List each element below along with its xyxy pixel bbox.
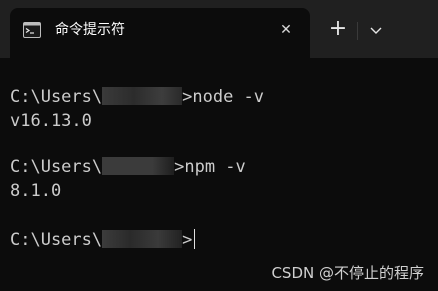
prompt-line-current: C:\Users\ > xyxy=(10,228,196,252)
tab-title: 命令提示符 xyxy=(55,22,125,38)
output-line-node-version: v16.13.0 xyxy=(10,111,92,131)
tab-close-icon[interactable]: ✕ xyxy=(276,20,296,40)
output-line-npm-version: 8.1.0 xyxy=(10,181,62,201)
prompt-path: C:\Users\ xyxy=(10,230,103,250)
command-text: >npm -v xyxy=(174,157,246,177)
tab-command-prompt[interactable]: 命令提示符 ✕ xyxy=(10,8,310,58)
command-text: >node -v xyxy=(182,87,265,107)
tab-divider xyxy=(357,22,358,40)
chevron-down-icon[interactable] xyxy=(363,16,389,44)
watermark: CSDN @不停止的程序 xyxy=(271,264,424,282)
new-tab-button[interactable]: + xyxy=(324,16,352,44)
terminal-output[interactable]: C:\Users\ >node -v v16.13.0 C:\Users\ >npm… xyxy=(0,58,438,291)
cmd-icon xyxy=(23,22,41,38)
text-cursor xyxy=(194,229,196,249)
prompt-path: C:\Users\ xyxy=(10,157,103,177)
prompt-path: C:\Users\ xyxy=(10,87,103,107)
command-text: > xyxy=(182,230,193,250)
redacted-username xyxy=(102,87,183,105)
redacted-username xyxy=(102,157,175,175)
redacted-username xyxy=(102,230,183,248)
terminal-window: 命令提示符 ✕ + C:\Users\ >node -v v16.13.0 C:\… xyxy=(0,0,438,291)
title-bar: 命令提示符 ✕ + xyxy=(0,0,438,58)
prompt-line-npm: C:\Users\ >npm -v xyxy=(10,155,246,179)
prompt-line-node: C:\Users\ >node -v xyxy=(10,85,264,109)
